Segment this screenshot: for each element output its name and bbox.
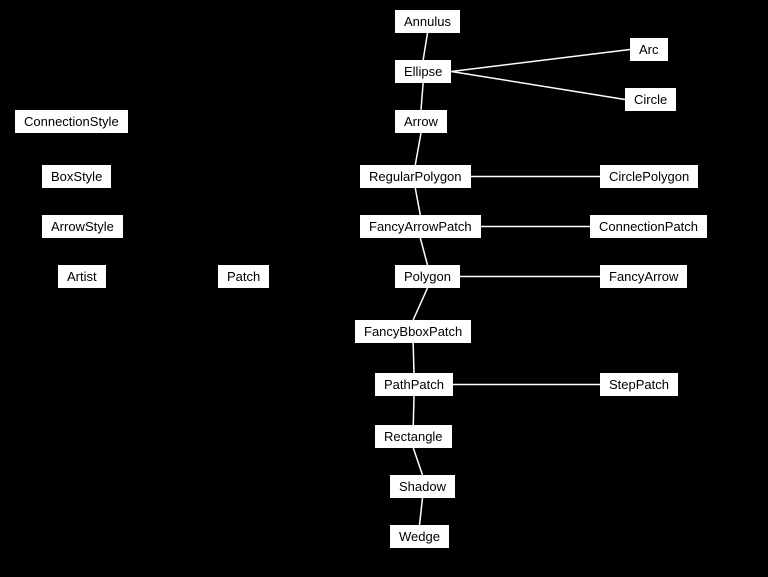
node-annulus: Annulus xyxy=(395,10,460,33)
node-fancybboxpatch: FancyBboxPatch xyxy=(355,320,471,343)
node-shadow: Shadow xyxy=(390,475,455,498)
node-pathpatch: PathPatch xyxy=(375,373,453,396)
node-ellipse: Ellipse xyxy=(395,60,451,83)
node-circle: Circle xyxy=(625,88,676,111)
node-arc: Arc xyxy=(630,38,668,61)
node-regularpolygon: RegularPolygon xyxy=(360,165,471,188)
node-patch: Patch xyxy=(218,265,269,288)
node-connectionpatch: ConnectionPatch xyxy=(590,215,707,238)
node-arrow: Arrow xyxy=(395,110,447,133)
connections-svg xyxy=(0,0,768,577)
node-circlepolygon: CirclePolygon xyxy=(600,165,698,188)
node-arrowstyle: ArrowStyle xyxy=(42,215,123,238)
node-fancyarrowpatch: FancyArrowPatch xyxy=(360,215,481,238)
node-boxstyle: BoxStyle xyxy=(42,165,111,188)
node-fancyarrow: FancyArrow xyxy=(600,265,687,288)
node-connectionstyle: ConnectionStyle xyxy=(15,110,128,133)
node-polygon: Polygon xyxy=(395,265,460,288)
node-rectangle: Rectangle xyxy=(375,425,452,448)
node-wedge: Wedge xyxy=(390,525,449,548)
node-steppatch: StepPatch xyxy=(600,373,678,396)
node-artist: Artist xyxy=(58,265,106,288)
